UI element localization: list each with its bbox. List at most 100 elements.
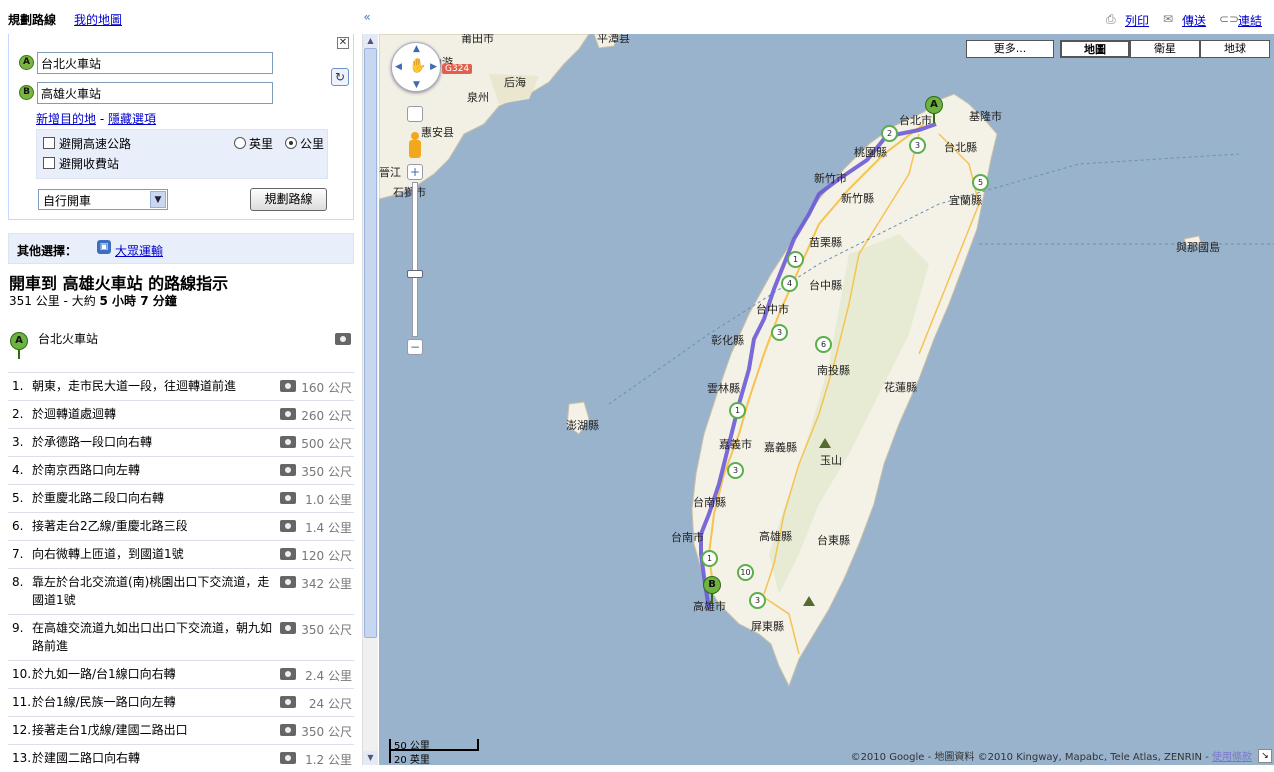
direction-step[interactable]: 2. 於迴轉道處迴轉 260 公尺	[8, 400, 354, 428]
step-distance: 1.0 公里	[305, 493, 352, 507]
directions-steps: 1. 朝東，走市民大道一段，往迴轉道前進 160 公尺 2. 於迴轉道處迴轉 260 公尺…	[8, 372, 354, 772]
avoid-tolls-checkbox[interactable]	[43, 157, 55, 169]
route-title: 開車到 高雄火車站 的路線指示	[9, 274, 229, 293]
step-number: 8.	[12, 575, 24, 589]
terms-link[interactable]: 使用條款	[1212, 752, 1252, 763]
camera-icon[interactable]	[280, 436, 296, 448]
route-time-label: 大約	[71, 294, 100, 308]
collapse-panel-icon[interactable]: «	[360, 9, 374, 25]
map-marker-a-icon[interactable]: A	[925, 96, 943, 123]
chevron-down-icon: ▼	[150, 191, 166, 208]
camera-icon[interactable]	[280, 576, 296, 588]
unit-km-radio[interactable]	[285, 137, 297, 149]
route-time: 5 小時 7 分鐘	[99, 294, 177, 308]
direction-step[interactable]: 8. 靠左於台北交流道(南)桃園出口下交流道，走國道1號 342 公里	[8, 568, 354, 614]
overview-toggle-icon[interactable]: ↘	[1258, 749, 1272, 763]
highway-shield-icon: 3	[909, 137, 926, 154]
map-marker-b-icon[interactable]: B	[703, 576, 721, 603]
recenter-button[interactable]	[407, 106, 423, 122]
transit-link[interactable]: 大眾運輸	[115, 242, 163, 259]
get-directions-button[interactable]: 規劃路線	[250, 188, 327, 211]
more-button[interactable]: 更多...	[966, 40, 1054, 58]
scroll-up-icon[interactable]: ▲	[363, 34, 378, 48]
to-input[interactable]: 高雄火車站	[37, 82, 273, 104]
camera-icon[interactable]	[280, 622, 296, 634]
step-text: 於南京西路口向左轉	[32, 463, 141, 477]
pan-control[interactable]: ✋ ▲ ▼ ◀ ▶	[391, 42, 441, 92]
start-pin-icon: A	[10, 332, 28, 359]
map-label: 新竹市	[814, 172, 847, 185]
map-label: 台東縣	[817, 534, 850, 547]
panel-scrollbar[interactable]: ▲ ▼	[362, 34, 378, 765]
step-text: 於迴轉道處迴轉	[32, 407, 117, 421]
scroll-down-icon[interactable]: ▼	[363, 751, 378, 765]
direction-step[interactable]: 6. 接著走台2乙線/重慶北路三段 1.4 公里	[8, 512, 354, 540]
pan-left-icon[interactable]: ◀	[395, 62, 402, 72]
directions-panel: 規劃路線 我的地圖 « ✕ A 台北火車站 B 高雄火車站 ↻ 新增目的地 - …	[0, 0, 378, 767]
highway-shield-icon: 10	[737, 564, 754, 581]
from-input[interactable]: 台北火車站	[37, 52, 273, 74]
link-separator: -	[96, 112, 108, 126]
zoom-slider-track[interactable]	[412, 182, 418, 337]
direction-step[interactable]: 12. 接著走台1戊線/建國二路出口 350 公尺	[8, 716, 354, 744]
map-label: 新竹縣	[841, 192, 874, 205]
map-type-earth-button[interactable]: 地球	[1200, 40, 1270, 58]
direction-step[interactable]: 9. 在高雄交流道九如出口出口下交流道，朝九如路前進 350 公尺	[8, 614, 354, 660]
step-text: 接著走台2乙線/重慶北路三段	[32, 519, 188, 533]
step-distance: 24 公尺	[308, 697, 352, 711]
map-type-satellite-button[interactable]: 衛星	[1130, 40, 1200, 58]
camera-icon[interactable]	[280, 492, 296, 504]
direction-step[interactable]: 5. 於重慶北路二段口向右轉 1.0 公里	[8, 484, 354, 512]
travel-mode-select[interactable]: 自行開車 ▼	[38, 189, 168, 210]
map-label: 台南縣	[693, 496, 726, 509]
map-label: 泉州	[467, 91, 489, 104]
pan-up-icon[interactable]: ▲	[413, 44, 420, 54]
direction-step[interactable]: 3. 於承德路一段口向右轉 500 公尺	[8, 428, 354, 456]
pegman-icon[interactable]	[405, 132, 425, 160]
direction-step[interactable]: 10. 於九如一路/台1線口向右轉 2.4 公里	[8, 660, 354, 688]
direction-step[interactable]: 11. 於台1線/民族一路口向左轉 24 公尺	[8, 688, 354, 716]
camera-icon[interactable]	[280, 520, 296, 532]
camera-icon[interactable]	[280, 752, 296, 764]
map-label: 后海	[504, 76, 526, 89]
link-link[interactable]: 連結	[1238, 12, 1262, 29]
tab-get-directions[interactable]: 規劃路線	[8, 11, 56, 28]
zoom-in-button[interactable]: +	[407, 164, 423, 180]
pan-right-icon[interactable]: ▶	[430, 62, 437, 72]
swap-directions-icon[interactable]: ↻	[331, 68, 349, 86]
pan-down-icon[interactable]: ▼	[413, 80, 420, 90]
camera-icon[interactable]	[280, 408, 296, 420]
avoid-tolls-label: 避開收費站	[59, 157, 120, 171]
tab-my-maps[interactable]: 我的地圖	[74, 11, 122, 28]
printer-icon: ⎙	[1106, 12, 1116, 26]
camera-icon[interactable]	[280, 724, 296, 736]
add-destination-link[interactable]: 新增目的地	[36, 112, 96, 126]
step-distance: 342 公里	[301, 577, 352, 591]
map-label: 基隆市	[969, 110, 1002, 123]
camera-icon[interactable]	[280, 464, 296, 476]
print-link[interactable]: 列印	[1125, 12, 1149, 29]
map-label: 惠安县	[421, 126, 454, 139]
camera-icon[interactable]	[280, 548, 296, 560]
zoom-slider-handle[interactable]	[407, 270, 423, 278]
zoom-out-button[interactable]: −	[407, 339, 423, 355]
avoid-highways-checkbox[interactable]	[43, 137, 55, 149]
map-type-map-button[interactable]: 地圖	[1060, 40, 1130, 58]
highway-shield-icon: 5	[972, 174, 989, 191]
unit-miles-radio[interactable]	[234, 137, 246, 149]
direction-step[interactable]: 1. 朝東，走市民大道一段，往迴轉道前進 160 公尺	[8, 372, 354, 400]
hide-options-link[interactable]: 隱藏選項	[108, 112, 156, 126]
camera-icon[interactable]	[280, 380, 296, 392]
direction-step[interactable]: 4. 於南京西路口向左轉 350 公尺	[8, 456, 354, 484]
direction-step[interactable]: 7. 向右微轉上匝道，到國道1號 120 公尺	[8, 540, 354, 568]
highway-shield-icon: 2	[881, 125, 898, 142]
step-text: 於重慶北路二段口向右轉	[32, 491, 165, 505]
close-icon[interactable]: ✕	[337, 37, 349, 49]
direction-step[interactable]: 13. 於建國二路口向右轉 1.2 公里	[8, 744, 354, 772]
camera-icon[interactable]	[280, 696, 296, 708]
camera-icon[interactable]	[280, 668, 296, 680]
camera-icon[interactable]	[335, 333, 351, 345]
send-link[interactable]: 傳送	[1182, 12, 1206, 29]
scroll-thumb[interactable]	[364, 48, 377, 638]
map-view[interactable]: 莆田市 平潭县 仙游 后海 泉州 惠安县 晉江 石獅市 台北市 基隆市 台北縣 桃園縣 新竹市 新竹縣 宜蘭…	[379, 34, 1274, 765]
